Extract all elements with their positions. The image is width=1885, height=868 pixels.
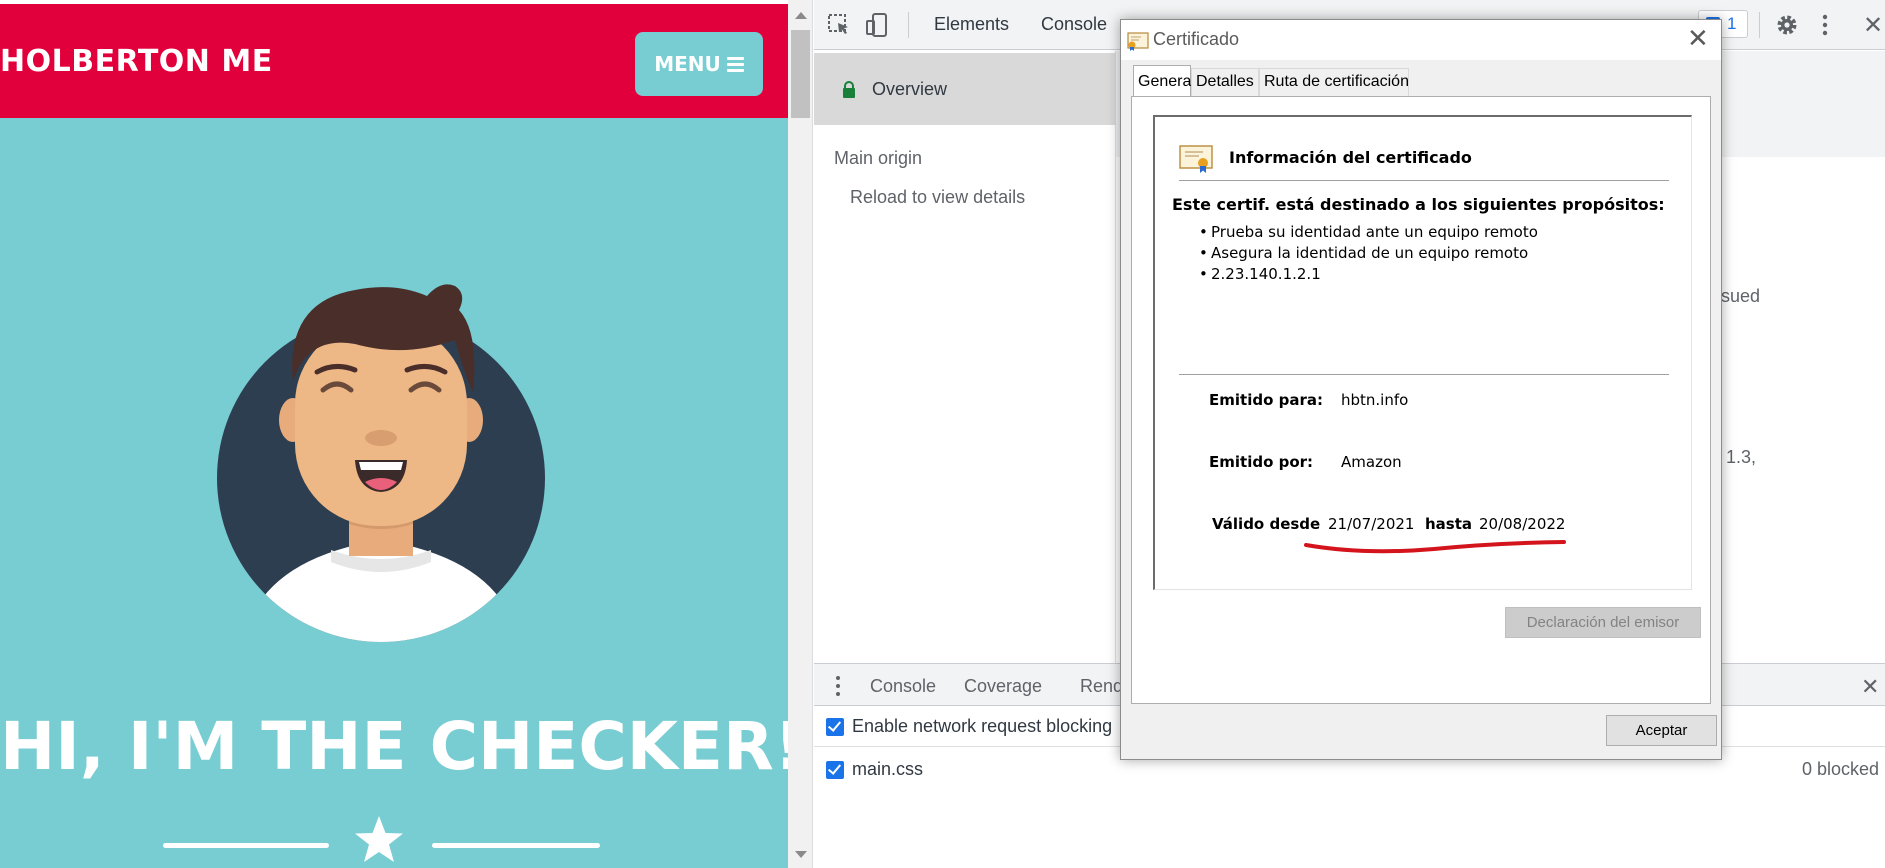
sidebar-item-overview[interactable]: Overview — [814, 53, 1116, 125]
inspect-element-icon[interactable] — [826, 12, 852, 38]
issues-count: 1 — [1727, 14, 1737, 33]
main-origin-heading: Main origin — [834, 148, 923, 168]
close-icon[interactable]: ✕ — [1687, 23, 1709, 54]
general-tab-panel: Información del certificado Este certif.… — [1131, 96, 1711, 704]
tab-elements[interactable]: Elements — [934, 14, 1009, 35]
valid-to-label: hasta — [1425, 515, 1473, 533]
divider-line-left — [163, 843, 329, 848]
site-title[interactable]: HOLBERTON ME — [0, 44, 273, 79]
enable-blocking-checkbox[interactable] — [826, 718, 844, 736]
accept-button[interactable]: Aceptar — [1606, 715, 1717, 746]
dialog-titlebar: Certificado ✕ — [1121, 20, 1721, 60]
close-drawer-icon[interactable]: ✕ — [1861, 674, 1879, 700]
certificate-icon — [1127, 32, 1149, 51]
info-divider — [1179, 374, 1669, 376]
rule-checkbox[interactable] — [826, 761, 844, 779]
certificate-dialog: Certificado ✕ General Detalles Ruta de c… — [1120, 19, 1722, 760]
purpose-item: 2.23.140.1.2.1 — [1199, 265, 1321, 283]
tab-detalles[interactable]: Detalles — [1191, 68, 1259, 98]
scroll-down-arrow-icon[interactable] — [795, 851, 807, 858]
red-underline-annotation — [1304, 540, 1566, 554]
tab-ruta-certificacion[interactable]: Ruta de certificación — [1259, 68, 1409, 98]
tab-console[interactable]: Console — [1041, 14, 1107, 35]
tab-general[interactable]: General — [1133, 65, 1195, 98]
scroll-up-arrow-icon[interactable] — [795, 12, 807, 19]
drawer-tab-console[interactable]: Console — [870, 676, 936, 697]
gear-icon[interactable] — [1774, 12, 1800, 38]
issued-by-label: Emitido por: — [1209, 453, 1314, 471]
divider-line-right — [432, 843, 600, 848]
valid-from-label: Válido desde — [1212, 515, 1321, 533]
star-icon — [355, 816, 403, 862]
dialog-title: Certificado — [1153, 29, 1240, 49]
valid-from-value: 21/07/2021 — [1328, 515, 1415, 533]
toolbar-separator — [1759, 12, 1760, 38]
security-sidebar: Overview Main origin Reload to view deta… — [814, 51, 1116, 663]
issued-to-value: hbtn.info — [1341, 391, 1409, 409]
certificate-info-heading: Información del certificado — [1229, 148, 1472, 167]
toolbar-separator — [908, 12, 909, 38]
certificate-info-box: Información del certificado Este certif.… — [1153, 115, 1692, 590]
blocked-count: 0 blocked — [1802, 759, 1880, 779]
purposes-heading: Este certif. está destinado a los siguie… — [1172, 195, 1665, 214]
partial-text-version: 1.3, — [1726, 447, 1757, 467]
overview-label: Overview — [872, 79, 948, 99]
drawer-tab-rendering[interactable]: Rend — [1080, 676, 1123, 697]
enable-blocking-label: Enable network request blocking — [852, 716, 1113, 736]
more-options-icon[interactable] — [1812, 12, 1838, 38]
blocked-rule[interactable]: main.css — [852, 759, 923, 780]
purpose-item: Asegura la identidad de un equipo remoto — [1199, 244, 1528, 262]
hamburger-icon — [726, 56, 744, 72]
certificate-icon — [1179, 145, 1213, 173]
reload-to-view-details[interactable]: Reload to view details — [850, 187, 1025, 208]
menu-button[interactable]: MENU — [635, 32, 763, 96]
drawer-tab-coverage[interactable]: Coverage — [964, 676, 1042, 697]
page-scrollbar[interactable] — [788, 0, 813, 868]
issued-by-value: Amazon — [1341, 453, 1402, 471]
valid-to-value: 20/08/2022 — [1479, 515, 1566, 533]
avatar — [217, 284, 545, 642]
close-devtools-icon[interactable]: ✕ — [1863, 11, 1883, 40]
info-divider — [1179, 180, 1669, 182]
device-toolbar-icon[interactable] — [864, 12, 890, 38]
hero-title: HI, I'M THE CHECKER! — [0, 708, 788, 785]
website-viewport: HOLBERTON ME MENU HI, I'M THE CHECKER! — [0, 0, 788, 868]
purpose-item: Prueba su identidad ante un equipo remot… — [1199, 223, 1538, 241]
drawer-menu-icon[interactable] — [836, 676, 840, 696]
menu-label: MENU — [654, 52, 721, 76]
issuer-statement-button[interactable]: Declaración del emisor — [1505, 607, 1701, 638]
site-header: HOLBERTON ME MENU — [0, 0, 788, 118]
scroll-thumb[interactable] — [791, 30, 810, 118]
lock-icon — [843, 81, 855, 98]
issued-to-label: Emitido para: — [1209, 391, 1323, 409]
